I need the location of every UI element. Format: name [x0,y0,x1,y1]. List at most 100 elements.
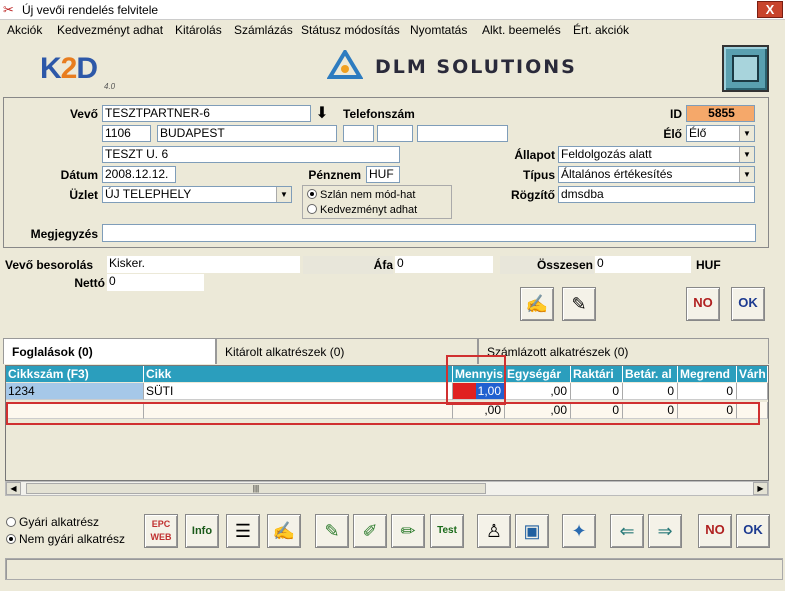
status-bar [5,558,783,580]
edit-exit-icon [732,55,759,82]
col-header-egysegar[interactable]: Egységár [505,366,571,382]
menu-kedvezmeny[interactable]: Kedvezményt adhat [57,23,163,37]
tipus-label: Típus [523,168,555,182]
note-edit-icon[interactable]: ✎ [562,287,596,321]
chevron-down-icon: ▼ [739,167,754,182]
tab-kitarolt[interactable]: Kitárolt alkatrészek (0) [216,338,478,364]
menu-nyomtatas[interactable]: Nyomtatás [410,23,467,37]
ok-bottom-button[interactable]: OK [736,514,770,548]
menu-ert-akciok[interactable]: Ért. akciók [573,23,629,37]
move-left-icon[interactable]: ⇐ [610,514,644,548]
elo-label: Élő [663,127,682,141]
zip-field[interactable]: 1106 [102,125,151,142]
user-edit-icon[interactable]: ✍ [267,514,301,548]
afa-field: 0 [395,256,493,273]
k2d-version: 4.0 [104,82,116,91]
exit-button[interactable] [722,45,769,92]
radio-dot-icon [6,534,16,544]
radio-dot-icon [6,517,16,527]
vevo-label: Vevő [69,107,98,121]
col-header-betar[interactable]: Betár. al [623,366,678,382]
app-icon: ✂ [3,2,14,17]
radio-dot-icon [307,204,317,214]
radio-gyari[interactable]: Gyári alkatrész [6,515,99,529]
move-right-icon[interactable]: ⇒ [648,514,682,548]
vevo-field[interactable]: TESZTPARTNER-6 [102,105,311,122]
radio-nem-gyari[interactable]: Nem gyári alkatrész [6,532,125,546]
allapot-select[interactable]: Feldolgozás alatt ▼ [558,146,755,163]
id-field: 5855 [686,105,755,122]
penznem-label: Pénznem [308,168,361,182]
afa-label: Áfa [373,258,393,272]
menu-akciok[interactable]: Akciók [7,23,42,37]
id-label: ID [670,107,682,121]
col-header-varh[interactable]: Várh [737,366,768,382]
title-bar: ✂ Új vevői rendelés felvitele X [0,0,785,20]
phone-field-2[interactable] [377,125,413,142]
elo-select[interactable]: Élő ▼ [686,125,755,142]
no-button[interactable]: NO [686,287,720,321]
table-cell[interactable]: 1234 [6,383,144,400]
ok-button[interactable]: OK [731,287,765,321]
table-cell[interactable]: 0 [678,383,737,400]
currency-label: HUF [696,258,721,272]
no-bottom-button[interactable]: NO [698,514,732,548]
uzlet-label: Üzlet [69,188,98,202]
city-field[interactable]: BUDAPEST [157,125,337,142]
col-header-megrend[interactable]: Megrend [678,366,737,382]
uzlet-select[interactable]: ÚJ TELEPHELY ▼ [102,186,292,203]
besorolas-label: Vevő besorolás [5,258,94,272]
megjegyzes-field[interactable] [102,224,756,242]
test-button[interactable]: Test [430,514,464,548]
street-field[interactable]: TESZT U. 6 [102,146,400,163]
datum-field[interactable]: 2008.12.12. [102,166,176,183]
netto-field: 0 [107,274,204,291]
col-header-raktari[interactable]: Raktári [571,366,623,382]
menu-szamlazas[interactable]: Számlázás [234,23,293,37]
tab-strip: Foglalások (0) Kitárolt alkatrészek (0) … [3,338,769,364]
penznem-field[interactable]: HUF [366,166,400,183]
table-cell[interactable]: 0 [623,383,678,400]
tab-foglalasok[interactable]: Foglalások (0) [3,338,216,364]
tab-szamlazott[interactable]: Számlázott alkatrészek (0) [478,338,769,364]
radio-group-discount: Szlán nem mód-hat Kedvezményt adhat [302,185,452,219]
radio-kedvezmeny[interactable]: Kedvezményt adhat [307,204,417,216]
k2d-logo: K2D [40,52,98,85]
rogzito-field: dmsdba [558,186,755,203]
menu-alkt-beemeles[interactable]: Alkt. beemelés [482,23,561,37]
datum-label: Dátum [60,168,98,182]
menu-kitarolas[interactable]: Kitárolás [175,23,222,37]
horizontal-scrollbar[interactable]: ◀ ||| ▶ [5,481,769,496]
pencil-green-icon[interactable]: ✎ [315,514,349,548]
table-cell[interactable]: ,00 [505,383,571,400]
tipus-select[interactable]: Általános értékesítés ▼ [558,166,755,183]
osszesen-field: 0 [595,256,691,273]
info-button[interactable]: Info [185,514,219,548]
phone-field-3[interactable] [417,125,508,142]
col-header-cikkszam[interactable]: Cikkszám (F3) [6,366,144,382]
scroll-right-icon[interactable]: ▶ [753,482,768,495]
scroll-left-icon[interactable]: ◀ [6,482,21,495]
epc-web-button[interactable]: EPC WEB [144,514,178,548]
phone-field-1[interactable] [343,125,374,142]
person-edit-icon[interactable]: ✍ [520,287,554,321]
table-cell[interactable]: SÜTI [144,383,453,400]
table-cell[interactable] [737,383,768,400]
megjegyzes-label: Megjegyzés [30,227,98,241]
table-cell[interactable]: 0 [571,383,623,400]
person-info-icon[interactable]: ♙ [477,514,511,548]
menu-bar: Akciók Kedvezményt adhat Kitárolás Száml… [0,20,785,39]
pencil-edit-icon[interactable]: ✐ [353,514,387,548]
scroll-thumb[interactable]: ||| [26,483,486,494]
document-list-icon[interactable]: ☰ [226,514,260,548]
package-icon[interactable]: ▣ [515,514,549,548]
pencil-write-icon[interactable]: ✏ [391,514,425,548]
magic-wand-icon[interactable]: ✦ [562,514,596,548]
arrow-down-icon[interactable]: ⬇ [313,104,331,123]
col-header-cikk[interactable]: Cikk [144,366,453,382]
menu-statusz[interactable]: Státusz módosítás [301,23,400,37]
radio-szlan[interactable]: Szlán nem mód-hat [307,189,415,201]
brand-name: DLM SOLUTIONS [375,56,577,78]
highlight-new-row-box [6,402,760,425]
close-button[interactable]: X [757,1,783,18]
